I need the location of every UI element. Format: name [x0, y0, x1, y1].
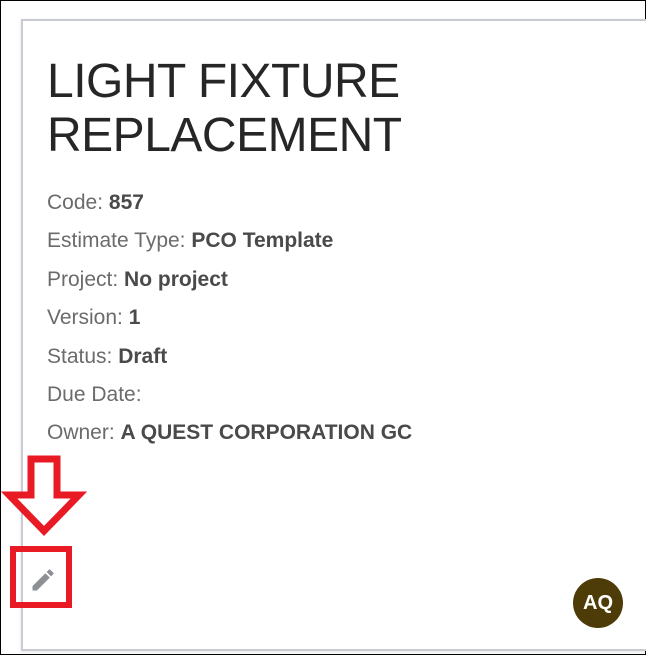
project-label: Project: — [47, 267, 119, 291]
estimate-title-line-1: LIGHT FIXTURE — [47, 55, 400, 108]
due-date-row: Due Date: — [47, 376, 412, 414]
code-value: 857 — [108, 191, 144, 214]
owner-avatar-initials: AQ — [583, 591, 613, 614]
pencil-icon — [32, 569, 54, 591]
estimate-type-value: PCO Template — [191, 229, 334, 253]
version-value: 1 — [128, 306, 141, 330]
estimate-title-line-2: REPLACEMENT — [47, 109, 402, 162]
status-label: Status: — [47, 344, 113, 368]
edit-button[interactable] — [27, 564, 59, 596]
owner-value: A QUEST CORPORATION GC — [120, 421, 413, 445]
owner-row: Owner: A QUEST CORPORATION GC — [47, 414, 412, 452]
version-row: Version: 1 — [47, 299, 412, 337]
project-row: Project: No project — [47, 261, 412, 299]
project-value: No project — [124, 267, 228, 291]
version-label: Version: — [47, 306, 123, 330]
code-row: Code: 857 — [47, 184, 412, 222]
status-row: Status: Draft — [47, 338, 412, 376]
estimate-type-row: Estimate Type: PCO Template — [47, 222, 412, 260]
due-date-label: Due Date: — [47, 383, 142, 407]
estimate-type-label: Estimate Type: — [47, 229, 186, 253]
status-value: Draft — [118, 344, 168, 368]
estimate-card[interactable]: LIGHT FIXTURE REPLACEMENT Code: 857 Esti… — [21, 19, 646, 651]
code-label: Code: — [47, 191, 104, 214]
screenshot-frame: LIGHT FIXTURE REPLACEMENT Code: 857 Esti… — [0, 0, 646, 655]
down-arrow-icon — [1, 455, 87, 537]
owner-avatar[interactable]: AQ — [573, 578, 623, 628]
owner-label: Owner: — [47, 421, 115, 445]
estimate-title: LIGHT FIXTURE REPLACEMENT — [47, 55, 402, 163]
estimate-details: Code: 857 Estimate Type: PCO Template Pr… — [47, 184, 412, 453]
